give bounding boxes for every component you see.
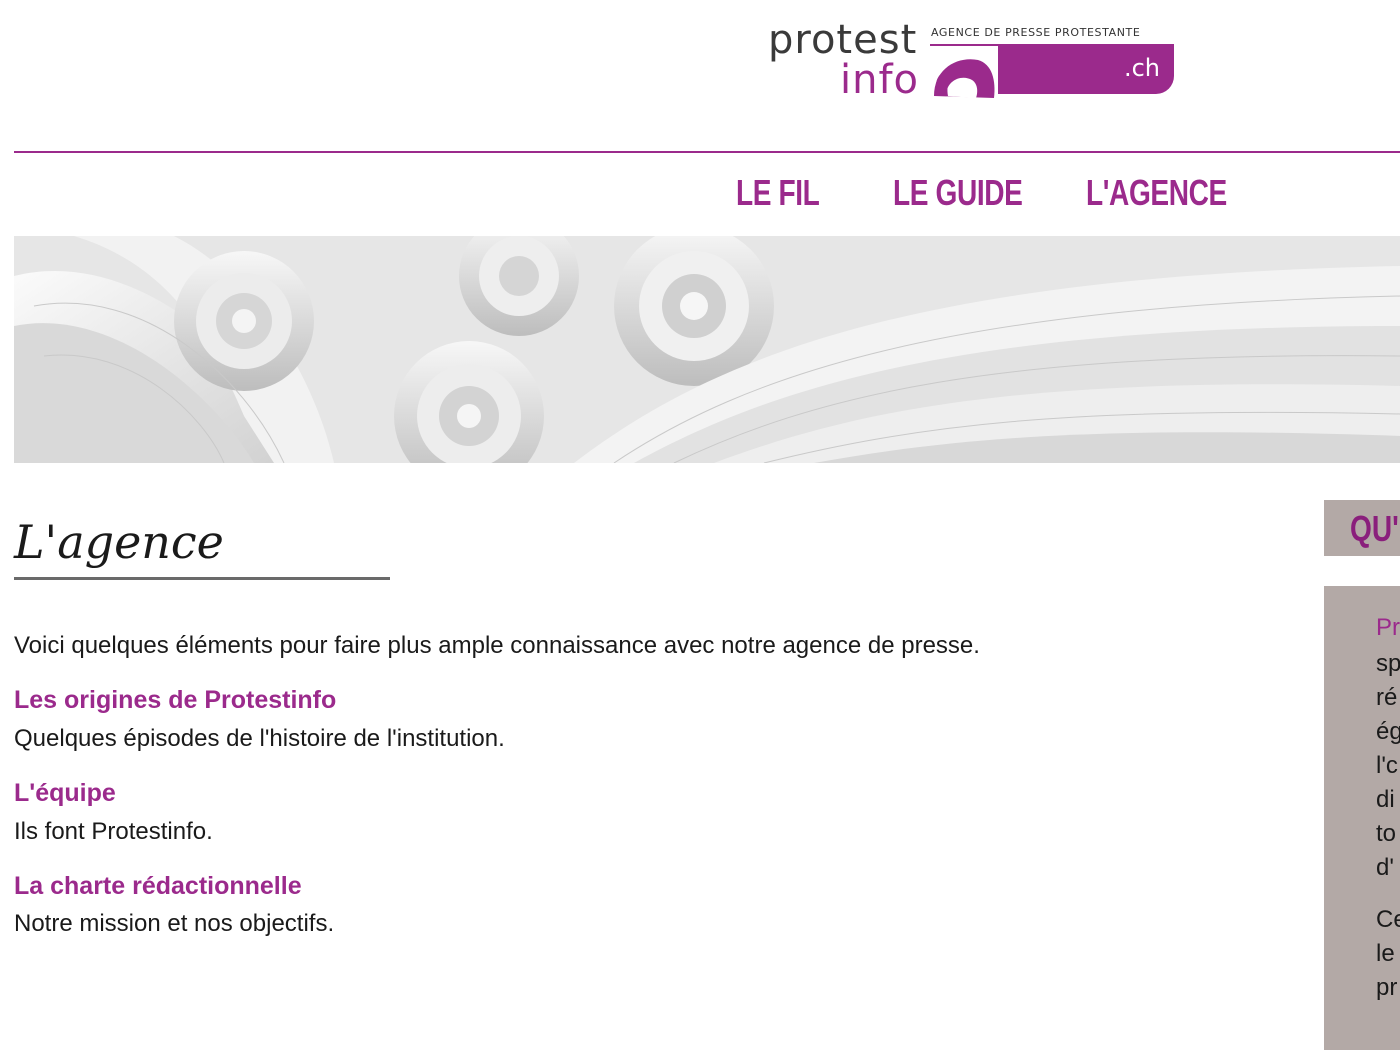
- link-charte[interactable]: La charte rédactionnelle: [14, 870, 302, 902]
- nav-item-l-agence[interactable]: L'AGENCE: [1086, 170, 1227, 216]
- origines-description: Quelques épisodes de l'histoire de l'ins…: [14, 725, 505, 752]
- sidebar-box: Pr sp ré ég l'c di to d' Ce le pr: [1324, 586, 1400, 1050]
- sidebar-heading: QU': [1324, 500, 1400, 556]
- sidebar-text-line: ré: [1376, 684, 1398, 711]
- logo-word-info: info: [840, 57, 920, 103]
- equipe-description: Ils font Protestinfo.: [14, 818, 213, 845]
- link-origines[interactable]: Les origines de Protestinfo: [14, 684, 336, 716]
- sidebar-text-line: le: [1376, 940, 1395, 967]
- page-title: L'agence: [14, 515, 224, 569]
- sidebar-text-line: d': [1376, 854, 1394, 881]
- link-equipe[interactable]: L'équipe: [14, 777, 116, 809]
- site-logo[interactable]: protest AGENCE DE PRESSE PROTESTANTE .ch…: [768, 18, 1178, 110]
- banner-image: [14, 236, 1400, 463]
- sidebar-heading-text: QU': [1350, 508, 1399, 549]
- logo-swoosh-icon: [928, 46, 998, 98]
- sidebar-link[interactable]: Pr: [1376, 612, 1400, 644]
- charte-description: Notre mission et nos objectifs.: [14, 910, 335, 937]
- main-nav: LE FIL LE GUIDE L'AGENCE: [0, 170, 1400, 220]
- sidebar-text-line: ég: [1376, 718, 1400, 745]
- logo-domain: .ch: [1123, 54, 1160, 82]
- sidebar-text-line: sp: [1376, 650, 1400, 677]
- sidebar-text-line: di: [1376, 786, 1395, 813]
- nav-item-le-fil[interactable]: LE FIL: [736, 170, 820, 216]
- title-underline: [14, 577, 390, 580]
- sidebar-text-line: to: [1376, 820, 1397, 847]
- header-divider: [14, 151, 1400, 153]
- sidebar-text-line: Ce: [1376, 906, 1400, 933]
- intro-text: Voici quelques éléments pour faire plus …: [14, 632, 980, 659]
- page: protest AGENCE DE PRESSE PROTESTANTE .ch…: [0, 0, 1400, 1050]
- sidebar-text-line: pr: [1376, 974, 1398, 1001]
- logo-tagline: AGENCE DE PRESSE PROTESTANTE: [931, 26, 1141, 39]
- nav-item-le-guide[interactable]: LE GUIDE: [893, 170, 1023, 216]
- sidebar-text-line: l'c: [1376, 752, 1398, 779]
- paper-rolls-illustration: [14, 236, 1400, 463]
